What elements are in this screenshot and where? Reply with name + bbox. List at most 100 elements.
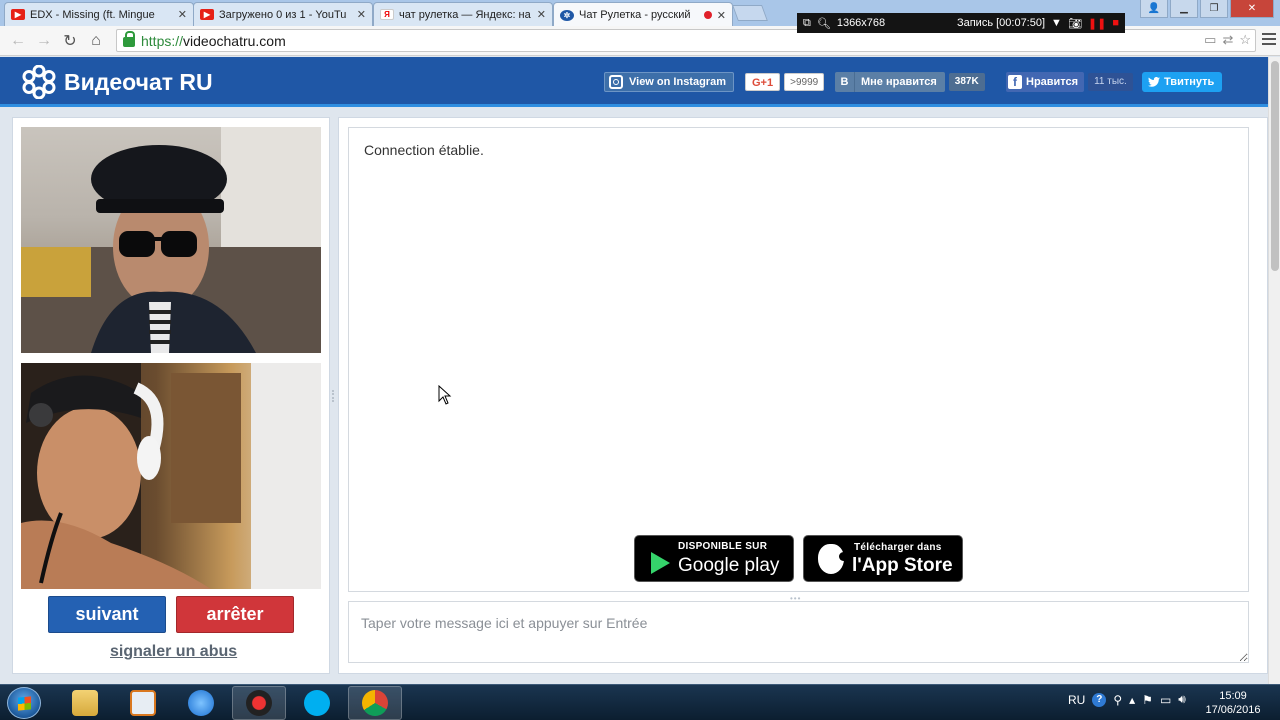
facebook-like-button[interactable]: f Нравится [1006,72,1085,92]
chrome-taskbar-button[interactable] [348,686,402,720]
media-player-icon [130,690,156,716]
window-mode-icon[interactable]: ⧉ [803,17,811,30]
window-controls: 👤 ▁ ❐ ✕ [1140,0,1274,18]
youtube-icon: ▶ [11,9,25,20]
start-button[interactable] [7,687,41,719]
lock-icon [123,31,135,47]
scrollbar-thumb[interactable] [1271,61,1279,271]
app-store-big-text: l'App Store [852,555,953,576]
report-abuse-link[interactable]: signaler un abus [110,643,237,661]
new-tab-button[interactable] [732,5,768,21]
page-scrollbar[interactable] [1268,57,1280,684]
instagram-label: View on Instagram [629,76,726,88]
user-icon[interactable]: 👤 [1140,0,1168,18]
local-video [21,363,321,589]
twitter-label: Твитнуть [1164,76,1215,88]
facebook-count: 11 тыс. [1088,73,1133,91]
close-tab-icon[interactable]: ✕ [178,8,187,21]
vk-like-button[interactable]: B Мне нравится [835,72,945,92]
stop-button[interactable]: arrêter [176,596,294,633]
panel-resize-handle[interactable] [332,390,335,402]
gplus-button[interactable]: G+1 [745,73,781,91]
facebook-widget: f Нравится 11 тыс. [1006,72,1133,92]
recorder-status: Запись [00:07:50] [956,17,1046,29]
home-icon[interactable]: ⌂ [83,32,109,50]
browser-tab-2[interactable]: ▶ Загружено 0 из 1 - YouTu ✕ [193,2,373,26]
reload-icon[interactable]: ↻ [57,31,83,51]
tray-arrow-icon[interactable]: ▴ [1129,693,1135,707]
next-button[interactable]: suivant [48,596,166,633]
vk-widget: B Мне нравится 387K [835,72,985,92]
app-store-badge[interactable]: Télécharger dans l'App Store [803,535,963,582]
record-icon [246,690,272,716]
omnibox-icons: ▭ ⇄ ☆ [1204,32,1251,48]
ie-taskbar-button[interactable] [174,686,228,720]
skype-taskbar-button[interactable] [290,686,344,720]
twitter-bird-icon [1148,77,1160,87]
recorder-taskbar-button[interactable] [232,686,286,720]
taskbar-clock[interactable]: 15:09 17/06/2016 [1196,689,1270,717]
remote-video [21,127,321,353]
browser-tab-3[interactable]: Я чат рулетка — Яндекс: на ✕ [373,2,553,26]
vk-like-label: Мне нравится [861,76,937,88]
system-tray: RU ? ⚲ ▴ ⚑ ▭ 🔊︎ [1068,692,1186,707]
recording-dot-icon [703,11,712,19]
minimize-button[interactable]: ▁ [1170,0,1198,18]
google-play-big-text: Google play [678,555,780,576]
video-icon[interactable]: ▭ [1204,32,1216,48]
browser-tab-4-active[interactable]: ✲ Чат Рулетка - русский ✕ [553,2,733,27]
volume-icon[interactable]: 🔊︎ [1178,692,1186,707]
restore-button[interactable]: ❐ [1200,0,1228,18]
url-host: videochatru.com [183,32,286,49]
action-center-flag-icon[interactable]: ⚑ [1142,693,1153,707]
twitter-button[interactable]: Твитнуть [1142,72,1223,92]
close-window-button[interactable]: ✕ [1230,0,1274,18]
network-icon[interactable]: ▭ [1160,693,1171,707]
screen-recorder-bar: ⧉ 🔍︎ 1366x768 Запись [00:07:50] ▼ 📷︎ ❚❚ … [797,13,1125,33]
local-video-frame [21,363,321,589]
youtube-icon: ▶ [200,9,214,20]
browser-tab-1[interactable]: ▶ EDX - Missing (ft. Mingue ✕ [4,2,194,26]
os-taskbar: RU ? ⚲ ▴ ⚑ ▭ 🔊︎ 15:09 17/06/2016 [0,684,1280,720]
translate-icon[interactable]: ⇄ [1222,32,1233,48]
chat-log: Connection établie. DISPONIBLE SUR Googl… [348,127,1249,592]
logo-flower-icon [22,65,56,99]
close-tab-icon[interactable]: ✕ [537,8,546,21]
site-header: Видеочат RU View on Instagram G+1 >9999 … [0,57,1268,107]
language-indicator[interactable]: RU [1068,693,1085,707]
close-tab-icon[interactable]: ✕ [717,9,726,22]
chat-message-input[interactable] [348,601,1249,663]
google-play-icon [651,552,670,574]
recorder-resolution: 1366x768 [836,17,886,29]
video-panel [12,117,330,674]
usb-icon[interactable]: ⚲ [1113,693,1122,707]
instagram-icon [609,75,623,89]
site-logo[interactable]: Видеочат RU [22,65,213,99]
chatroulette-icon: ✲ [560,9,574,21]
instagram-button[interactable]: View on Instagram [604,72,734,92]
facebook-like-label: Нравится [1026,76,1079,88]
dropdown-icon[interactable]: ▼ [1051,17,1062,29]
camera-icon[interactable]: 📷︎ [1068,17,1082,30]
help-icon[interactable]: ? [1092,692,1107,707]
magnifier-icon[interactable]: 🔍︎ [817,17,831,30]
tab-title: Загружено 0 из 1 - YouTu [219,8,347,21]
google-play-small-text: DISPONIBLE SUR [678,541,768,552]
folder-icon [72,690,98,716]
stop-icon[interactable]: ■ [1112,17,1119,29]
close-tab-icon[interactable]: ✕ [357,8,366,21]
skype-icon [304,690,330,716]
explorer-taskbar-button[interactable] [58,686,112,720]
forward-icon[interactable]: → [31,32,57,50]
logo-text: Видеочат RU [64,68,213,95]
bookmark-star-icon[interactable]: ☆ [1239,32,1251,48]
menu-icon[interactable] [1262,33,1276,48]
back-icon[interactable]: ← [5,32,31,50]
google-play-badge[interactable]: DISPONIBLE SUR Google play [634,535,794,582]
vk-icon: B [835,72,855,92]
remote-video-frame [21,127,321,353]
pause-icon[interactable]: ❚❚ [1088,17,1106,30]
tab-title: чат рулетка — Яндекс: на [399,8,531,21]
media-player-taskbar-button[interactable] [116,686,170,720]
clock-time: 15:09 [1219,690,1247,702]
